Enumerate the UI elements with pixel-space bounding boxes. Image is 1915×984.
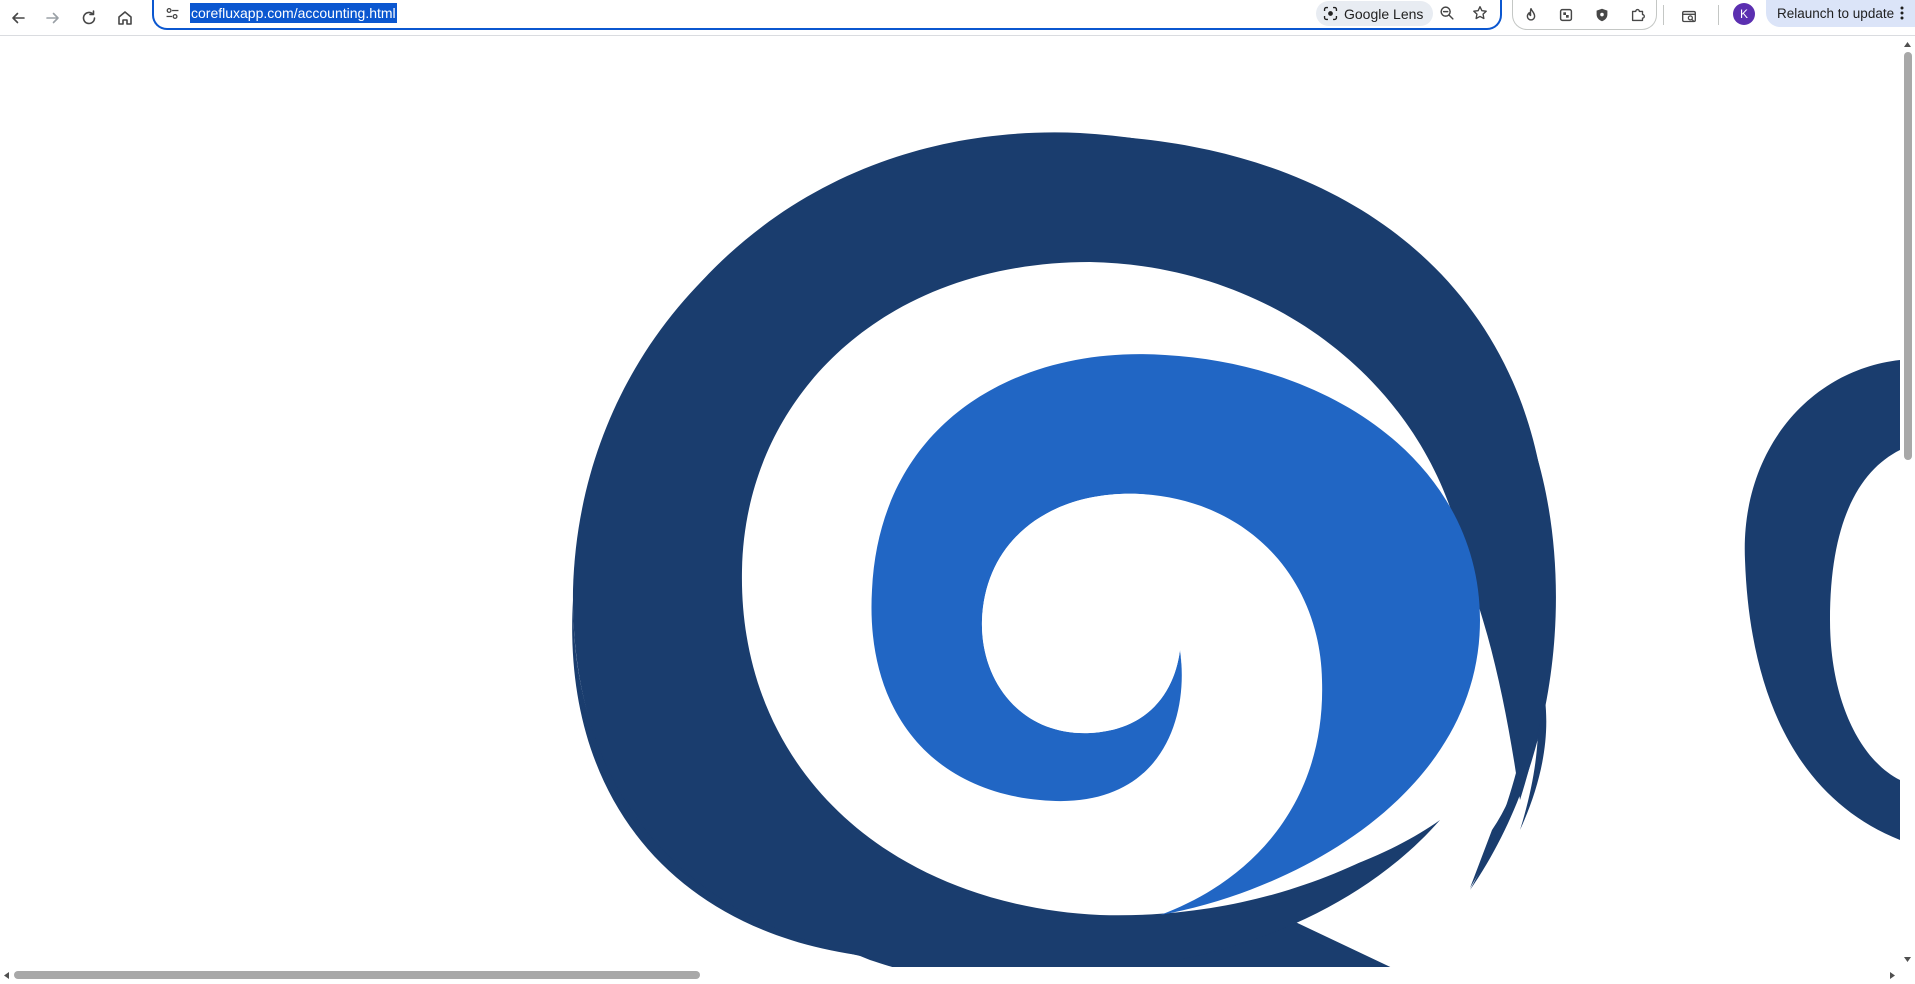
home-button[interactable] [109,2,141,34]
more-menu-icon[interactable] [1895,4,1909,22]
back-icon [12,12,25,24]
scroll-left-arrow-icon[interactable] [2,971,11,980]
scroll-right-arrow-icon[interactable] [1888,971,1897,980]
zoom-button[interactable] [1433,0,1461,26]
tab-search-button[interactable] [1675,4,1703,30]
vertical-scroll-thumb[interactable] [1904,52,1912,460]
extensions-menu-button[interactable] [1624,2,1652,28]
horizontal-scrollbar[interactable] [0,967,1900,984]
forward-button[interactable] [37,2,69,34]
site-info-button[interactable] [160,1,184,25]
google-lens-label: Google Lens [1344,5,1424,22]
zoom-out-icon [1440,6,1454,20]
page-viewport [0,37,1900,967]
google-lens-icon [1323,6,1338,21]
forward-icon [46,12,59,24]
relaunch-label: Relaunch to update [1777,6,1895,21]
second-spiral-partial [1744,360,1900,840]
address-bar[interactable]: corefluxapp.com/accounting.html Google L… [152,0,1502,30]
puzzle-extensions-icon [1631,8,1645,22]
home-icon [118,11,132,25]
flame-extension-icon [1526,7,1536,21]
shield-extension-icon [1596,8,1608,22]
spiral-logo [572,132,1900,967]
reload-icon [82,10,96,25]
scroll-down-arrow-icon[interactable] [1903,955,1912,964]
doc-extension-icon [1559,8,1573,22]
tab-search-icon [1682,10,1696,23]
relaunch-to-update-button[interactable]: Relaunch to update [1766,0,1915,27]
browser-toolbar: corefluxapp.com/accounting.html Google L… [0,0,1915,36]
extension-doc-button[interactable] [1552,2,1580,28]
extension-shield-button[interactable] [1588,2,1616,28]
bookmark-button[interactable] [1466,0,1494,26]
back-button[interactable] [2,2,34,34]
toolbar-divider [1718,5,1719,25]
extension-flame-button[interactable] [1517,2,1545,28]
url-text[interactable]: corefluxapp.com/accounting.html [190,3,397,23]
google-lens-button[interactable]: Google Lens [1316,1,1434,26]
horizontal-scroll-thumb[interactable] [14,971,700,979]
extensions-group [1512,0,1657,30]
vertical-scrollbar[interactable] [1900,37,1915,967]
reload-button[interactable] [73,2,105,34]
scrollbar-corner [1900,967,1915,984]
toolbar-divider [1663,5,1664,25]
tune-icon [166,7,178,19]
profile-avatar[interactable]: K [1733,3,1755,25]
star-icon [1473,6,1487,20]
scroll-up-arrow-icon[interactable] [1903,40,1912,49]
